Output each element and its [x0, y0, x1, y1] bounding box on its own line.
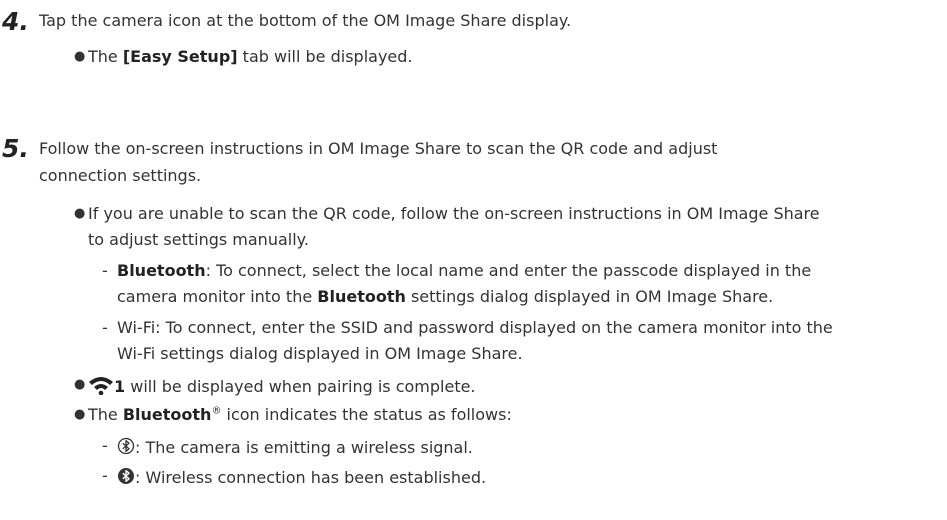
sub-item-text: : Wireless connection has been establish… [135, 468, 487, 487]
step-4-bullet-1: The [Easy Setup] tab will be displayed. [88, 47, 413, 67]
step-5-bullet-2: 1 will be displayed when pairing is comp… [88, 375, 476, 400]
registered-mark: ® [211, 405, 222, 417]
wifi-number: 1 [114, 377, 126, 396]
bluetooth-label: Bluetooth [117, 261, 206, 280]
bullet-dot: ● [74, 377, 86, 392]
sub-item-text: camera monitor into the [117, 287, 318, 306]
sub-item-wifi-line-1: Wi-Fi: To connect, enter the SSID and pa… [117, 318, 833, 337]
step-5-text-line-1: Follow the on-screen instructions in OM … [39, 139, 718, 158]
bluetooth-outline-icon [117, 436, 135, 461]
step-5-text-line-2: connection settings. [39, 166, 202, 185]
sub-item-wifi-line-2: Wi-Fi settings dialog displayed in OM Im… [117, 344, 523, 363]
sub-item-text: settings dialog displayed in OM Image Sh… [405, 287, 774, 306]
sub-item-bluetooth-line-1: Bluetooth: To connect, select the local … [117, 261, 811, 281]
sub-item-emitting: : The camera is emitting a wireless sign… [117, 436, 473, 461]
step-5-bullet-1-line-2: to adjust settings manually. [88, 230, 309, 249]
sub-item-text: : The camera is emitting a wireless sign… [135, 438, 473, 457]
sub-item-dash: - [102, 261, 108, 280]
bullet-text-pre: The [88, 47, 123, 66]
wifi-icon [88, 375, 114, 400]
bluetooth-label: Bluetooth [122, 405, 212, 424]
step-4-text: Tap the camera icon at the bottom of the… [39, 11, 572, 30]
bullet-text-rest: tab will be displayed. [237, 47, 413, 66]
bullet-dot: ● [74, 49, 86, 64]
sub-item-dash: - [102, 466, 108, 485]
bullet-text-rest: icon indicates the status as follows: [221, 405, 512, 424]
step-4-number: 4. [2, 7, 29, 36]
bullet-text: will be displayed when pairing is comple… [125, 377, 476, 396]
step-5-bullet-1-line-1: If you are unable to scan the QR code, f… [88, 204, 820, 223]
bullet-text-pre: The [88, 405, 123, 424]
bullet-dot: ● [74, 407, 86, 422]
sub-item-connected: : Wireless connection has been establish… [117, 466, 486, 491]
sub-item-dash: - [102, 436, 108, 455]
step-5-bullet-3: The Bluetooth® icon indicates the status… [88, 405, 512, 425]
sub-item-bluetooth-line-2: camera monitor into the Bluetooth settin… [117, 287, 773, 307]
sub-item-dash: - [102, 318, 108, 337]
bluetooth-label: Bluetooth [317, 287, 406, 306]
step-5-number: 5. [2, 134, 29, 163]
bullet-dot: ● [74, 206, 86, 221]
sub-item-text: : To connect, select the local name and … [205, 261, 812, 280]
easy-setup-tab-label: [Easy Setup] [122, 47, 238, 66]
instruction-page: 4. Tap the camera icon at the bottom of … [0, 0, 947, 520]
bluetooth-filled-icon [117, 466, 135, 491]
